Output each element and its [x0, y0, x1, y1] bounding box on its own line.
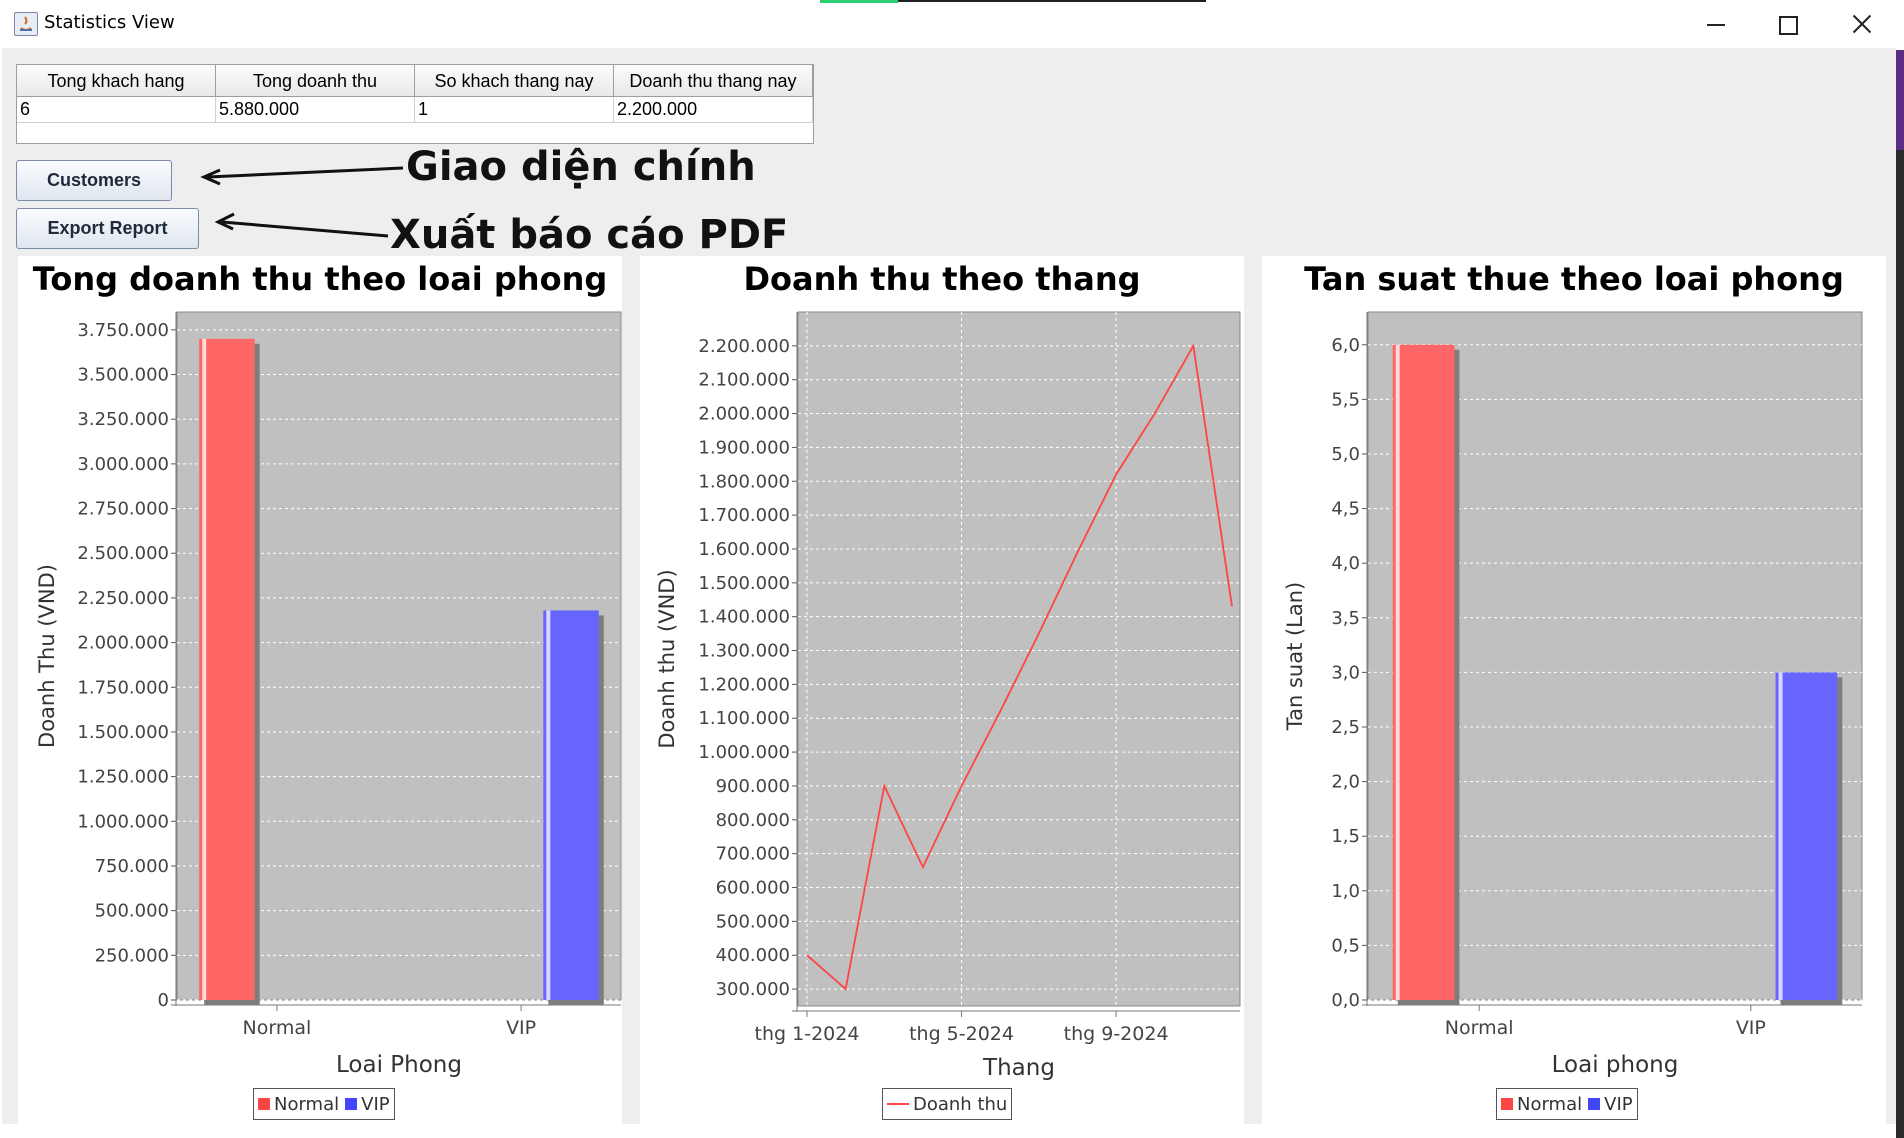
y-tick-label: 1.400.000 — [698, 607, 790, 628]
x-tick-label: thg 9-2024 — [1064, 1023, 1169, 1045]
x-tick-label: Normal — [1445, 1017, 1514, 1039]
legend-normal: Normal — [274, 1093, 340, 1115]
y-tick-label: 1.700.000 — [698, 505, 790, 526]
y-tick-label: 3.500.000 — [77, 365, 169, 386]
x-tick-label: VIP — [506, 1017, 536, 1039]
bar-highlight — [1395, 344, 1400, 1000]
y-tick-label: 750.000 — [95, 856, 169, 877]
maximize-button[interactable] — [1750, 0, 1824, 48]
minimize-button[interactable] — [1676, 0, 1750, 48]
y-tick-label: 1.900.000 — [698, 437, 790, 458]
revenue-line-chart: 300.000 400.000 500.000 600.000 700.000 800.0… — [655, 311, 1241, 1081]
y-axis-title: Tan suat (Lan) — [1283, 582, 1307, 732]
x-tick-label: thg 1-2024 — [755, 1023, 860, 1045]
chart-legend: Normal VIP — [253, 1088, 395, 1120]
y-tick-label: 0 — [158, 990, 169, 1011]
y-tick-label: 800.000 — [716, 810, 790, 831]
y-tick-label: 1.200.000 — [698, 674, 790, 695]
y-tick-label: 500.000 — [716, 911, 790, 932]
y-tick-label: 250.000 — [95, 945, 169, 966]
y-tick-label: 900.000 — [716, 776, 790, 797]
y-tick-label: 1.250.000 — [77, 767, 169, 788]
window-edge — [898, 0, 1206, 2]
bar-highlight — [1778, 672, 1783, 1000]
bar-highlight — [202, 338, 207, 1000]
y-tick-label: 2.750.000 — [77, 499, 169, 520]
y-tick-label: 700.000 — [716, 844, 790, 865]
x-tick-label: VIP — [1736, 1017, 1766, 1039]
y-tick-label: 6,0 — [1331, 335, 1360, 356]
y-tick-label: 3,5 — [1331, 608, 1360, 629]
legend-revenue: Doanh thu — [913, 1093, 1008, 1115]
y-tick-label: 300.000 — [716, 979, 790, 1000]
chart-legend: Doanh thu — [882, 1088, 1013, 1120]
y-tick-label: 3.750.000 — [77, 320, 169, 341]
x-tick-label: Normal — [243, 1017, 312, 1039]
x-axis-title: Thang — [982, 1055, 1055, 1081]
y-axis-title: Doanh Thu (VND) — [35, 564, 59, 748]
y-tick-label: 5,0 — [1331, 444, 1360, 465]
plot-area — [797, 311, 1241, 1007]
y-tick-label: 4,5 — [1331, 499, 1360, 520]
y-axis-title: Doanh thu (VND) — [655, 569, 679, 748]
y-tick-label: 1.000.000 — [698, 742, 790, 763]
y-tick-label: 2.000.000 — [698, 404, 790, 425]
y-tick-label: 0,0 — [1331, 990, 1360, 1011]
y-tick-label: 4,0 — [1331, 553, 1360, 574]
y-tick-label: 2.250.000 — [77, 588, 169, 609]
y-tick-label: 1.000.000 — [77, 811, 169, 832]
background-window-edge — [1896, 50, 1904, 1138]
y-tick-label: 2,5 — [1331, 717, 1360, 738]
bar-vip — [1775, 672, 1838, 1000]
y-tick-label: 1.750.000 — [77, 677, 169, 698]
y-tick-label: 3,0 — [1331, 662, 1360, 683]
y-tick-label: 2,0 — [1331, 772, 1360, 793]
frequency-bar-chart: 0,0 0,5 1,0 1,5 2,0 2,5 3,0 3,5 4,0 4,5 5,0 5,5 6,0 N… — [1283, 311, 1863, 1078]
y-tick-label: 1.300.000 — [698, 641, 790, 662]
bar-highlight — [546, 610, 551, 1000]
y-tick-label: 1.500.000 — [698, 573, 790, 594]
chart-legend: Normal VIP — [1496, 1088, 1638, 1120]
taskbar-accent — [820, 0, 898, 3]
y-tick-label: 1,0 — [1331, 881, 1360, 902]
chart-revenue-by-room-type: Tong doanh thu theo loai phong 0 250.000 5… — [18, 256, 622, 1124]
y-tick-label: 1.500.000 — [77, 722, 169, 743]
revenue-bar-chart: 0 250.000 500.000 750.000 1.000.000 1.250.000… — [35, 311, 622, 1078]
legend-normal: Normal — [1517, 1093, 1583, 1115]
y-tick-label: 400.000 — [716, 945, 790, 966]
bar-normal — [199, 338, 255, 1000]
y-tick-label: 2.000.000 — [77, 633, 169, 654]
y-tick-label: 3.250.000 — [77, 409, 169, 430]
x-axis-title: Loai phong — [1552, 1052, 1679, 1078]
chart-frequency-by-room-type: Tan suat thue theo loai phong 0,0 0,5 1,0 1… — [1262, 256, 1886, 1124]
y-tick-label: 1.600.000 — [698, 539, 790, 560]
annotation-main-ui: Giao diện chính — [406, 144, 756, 190]
bar-normal — [1392, 344, 1455, 1000]
legend-vip: VIP — [1604, 1093, 1633, 1115]
y-tick-label: 1.100.000 — [698, 708, 790, 729]
legend-vip: VIP — [361, 1093, 390, 1115]
y-tick-label: 0,5 — [1331, 935, 1360, 956]
y-tick-label: 600.000 — [716, 878, 790, 899]
x-axis-title: Loai Phong — [336, 1052, 462, 1078]
y-tick-label: 5,5 — [1331, 389, 1360, 410]
close-button[interactable] — [1824, 0, 1898, 48]
bar-vip — [543, 610, 599, 1000]
annotation-export-pdf: Xuất báo cáo PDF — [390, 212, 789, 258]
y-tick-label: 2.200.000 — [698, 336, 790, 357]
y-tick-label: 500.000 — [95, 901, 169, 922]
y-tick-label: 3.000.000 — [77, 454, 169, 475]
y-tick-label: 1.800.000 — [698, 471, 790, 492]
y-tick-label: 2.100.000 — [698, 370, 790, 391]
y-tick-label: 1,5 — [1331, 826, 1360, 847]
chart-revenue-by-month: Doanh thu theo thang 300.000 400.000 500.0… — [640, 256, 1244, 1124]
x-tick-label: thg 5-2024 — [909, 1023, 1014, 1045]
y-tick-label: 2.500.000 — [77, 543, 169, 564]
